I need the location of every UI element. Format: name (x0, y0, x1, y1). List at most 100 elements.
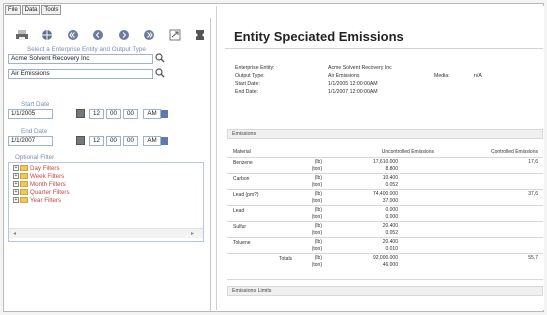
emissions-band: Emissions (227, 129, 543, 139)
end-hour-input[interactable]: 12 (89, 136, 104, 146)
end-ampm-select[interactable]: AM (143, 136, 161, 146)
start-minute-input[interactable]: 00 (106, 109, 121, 119)
tree-item-quarter-filters[interactable]: + Quarter Filters (13, 188, 70, 196)
entity-field[interactable]: Acme Solvent Recovery Inc (8, 54, 153, 64)
next-page-button[interactable] (117, 28, 131, 42)
expand-icon[interactable]: + (13, 189, 19, 195)
search-icon[interactable] (155, 68, 165, 78)
menu-data[interactable]: Data (21, 5, 41, 15)
select-entity-label: Select a Enterprise Entity and Output Ty… (27, 46, 146, 53)
cell-material: Sulfur (233, 224, 247, 230)
end-second-input[interactable]: 00 (123, 136, 138, 146)
folder-icon (20, 173, 28, 179)
meta-label: Enterprise Entity: (235, 65, 275, 71)
meta-label: End Date: (235, 89, 259, 95)
report-panel: Entity Speciated Emissions Enterprise En… (216, 6, 544, 310)
cell-material: Benzene (233, 160, 253, 166)
expand-icon[interactable]: + (13, 173, 19, 179)
scroll-right-icon[interactable]: ▸ (191, 231, 197, 237)
tree-item-day-filters[interactable]: + Day Filters (13, 164, 70, 172)
meta-row-end: End Date: 1/1/2007 12:00:00AM (235, 88, 535, 96)
calendar-icon[interactable] (76, 109, 85, 118)
table-row: Sulfur (lb) (ton) 20.400 0.052 (227, 222, 543, 238)
cell-units: (lb) (ton) (311, 239, 322, 252)
end-date-label: End Date (21, 128, 48, 135)
chevron-down-icon[interactable] (161, 137, 168, 145)
search-icon[interactable] (155, 53, 165, 63)
cell-units: (lb) (ton) (311, 207, 322, 220)
column-header: Material (233, 148, 251, 155)
cell-uncontrolled: 10.400 0.052 (382, 175, 398, 188)
emissions-limits-band: Emissions Limits (227, 286, 543, 296)
meta-row-entity: Enterprise Entity: Acme Solvent Recovery… (235, 64, 535, 72)
chevron-down-icon[interactable] (161, 110, 168, 118)
menu-tools[interactable]: Tools (41, 5, 62, 15)
start-ampm-select[interactable]: AM (143, 109, 161, 119)
meta-label: Media: (434, 73, 450, 79)
band-title: Emissions Limits (232, 288, 272, 294)
tree-item-label: Year Filters (30, 196, 62, 204)
divider (225, 48, 543, 49)
end-minute-input[interactable]: 00 (106, 136, 121, 146)
meta-label: Output Type: (235, 73, 265, 79)
globe-icon (42, 30, 53, 40)
table-total-row: Totals (lb) (ton) 92,000.000 46.000 55,7 (227, 254, 543, 271)
table-row: Toluene (lb) (ton) 20.400 0.010 (227, 238, 543, 254)
cell-uncontrolled: 20.400 0.052 (382, 223, 398, 236)
expand-icon[interactable]: + (13, 165, 19, 171)
tree-item-label: Quarter Filters (30, 188, 70, 196)
tree-item-week-filters[interactable]: + Week Filters (13, 172, 70, 180)
menu-file[interactable]: File (5, 5, 21, 15)
tree-item-label: Day Filters (30, 164, 60, 172)
prev-page-button[interactable] (91, 28, 105, 42)
start-date-label: Start Date (21, 101, 50, 108)
cell-material: Lead (233, 208, 245, 214)
meta-row-output: Output Type: Air Emissions Media: n/A (235, 72, 535, 80)
first-page-icon (67, 30, 78, 40)
tree-item-label: Month Filters (30, 180, 66, 188)
first-page-button[interactable] (66, 28, 80, 42)
cell-units: (lb) (ton) (311, 159, 322, 172)
meta-value: 1/1/2005 12:00:00AM (328, 81, 378, 87)
scroll-left-icon[interactable]: ◂ (13, 231, 19, 237)
horizontal-scrollbar[interactable]: ◂ ▸ (9, 228, 203, 238)
expand-icon[interactable]: + (13, 181, 19, 187)
settings-button[interactable] (193, 28, 207, 42)
table-row: Carbon (lb) (ton) 10.400 0.052 (227, 174, 543, 190)
cell-uncontrolled: 20.400 0.010 (382, 239, 398, 252)
tree-item-month-filters[interactable]: + Month Filters (13, 180, 70, 188)
report-title: Entity Speciated Emissions (234, 29, 404, 44)
print-icon (16, 30, 28, 40)
start-date-input[interactable]: 1/1/2005 (8, 109, 53, 119)
tree-item-year-filters[interactable]: + Year Filters (13, 196, 70, 204)
cell-units: (lb) (ton) (311, 191, 322, 204)
last-page-button[interactable] (142, 28, 156, 42)
toolbar (15, 28, 207, 42)
optional-filter-label: Optional Filter (15, 154, 55, 161)
next-page-icon (118, 30, 129, 40)
band-title: Emissions (232, 131, 257, 137)
meta-value: Air Emissions (328, 73, 360, 79)
cell-controlled (402, 206, 538, 221)
expand-icon[interactable]: + (13, 197, 19, 203)
output-type-field[interactable]: Air Emissions (8, 69, 153, 79)
cell-material: Lead (pm?) (233, 192, 259, 198)
cell-controlled (402, 222, 538, 237)
cell-units: (lb) (ton) (311, 175, 322, 188)
end-date-input[interactable]: 1/1/2007 (8, 136, 53, 146)
column-header: Uncontrolled Emissions (381, 148, 434, 155)
filter-tree: + Day Filters + Week Filters + Month Fil… (13, 164, 70, 204)
left-panel: Select a Enterprise Entity and Output Ty… (5, 18, 211, 311)
meta-value: n/A (474, 73, 482, 79)
start-second-input[interactable]: 00 (123, 109, 138, 119)
globe-button[interactable] (40, 28, 54, 42)
start-hour-input[interactable]: 12 (89, 109, 104, 119)
settings-icon (195, 30, 204, 40)
calendar-icon[interactable] (76, 136, 85, 145)
table-header: Material Uncontrolled Emissions Controll… (227, 146, 543, 158)
export-button[interactable] (168, 28, 182, 42)
cell-units: (lb) (ton) (311, 223, 322, 236)
cell-controlled: 37,6 (528, 191, 538, 197)
app-window: File Data Tools Select a Enterprise Enti… (3, 3, 544, 312)
print-button[interactable] (15, 28, 29, 42)
